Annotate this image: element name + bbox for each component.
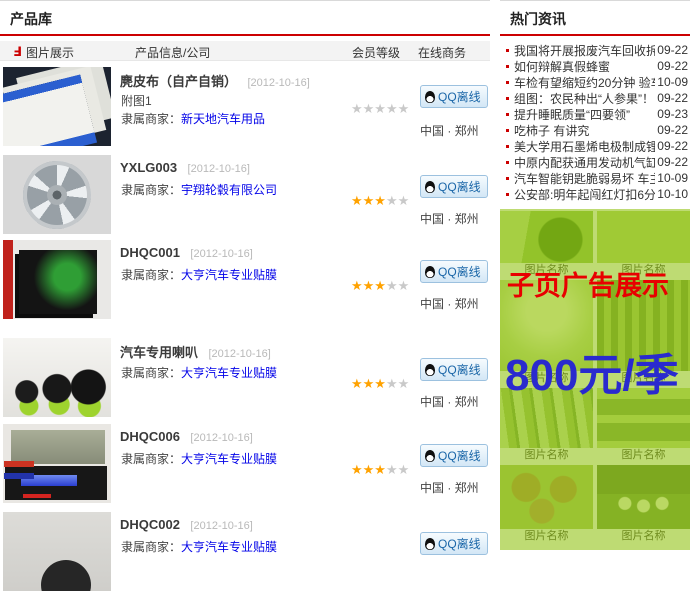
product-date: [2012-10-16] (188, 163, 250, 175)
location-text: 中国 · 郑州 (420, 210, 479, 227)
bullet-icon (506, 113, 509, 116)
qq-penguin-icon (425, 181, 435, 193)
product-photo-suede-cloth[interactable] (3, 67, 111, 146)
qq-button-label: QQ离线 (438, 88, 481, 105)
product-photo-car-film-box[interactable] (3, 240, 111, 319)
product-date: [2012-10-16] (190, 432, 252, 444)
news-item[interactable]: 美大学用石墨烯电极制成锂电09-22 (504, 138, 688, 154)
product-table-header: Ⅎ 图片展示 产品信息/公司 会员等级 在线商务 (0, 41, 490, 61)
qq-offline-button[interactable]: QQ离线 (420, 175, 488, 198)
bullet-icon (506, 193, 509, 196)
column-header-image: 图片展示 (26, 44, 74, 61)
vendor-link[interactable]: 大亨汽车专业贴膜 (181, 268, 277, 282)
news-item[interactable]: 如何辩解真假蜂蜜09-22 (504, 58, 688, 74)
bullet-icon (506, 145, 509, 148)
location-text: 中国 · 郑州 (420, 295, 479, 312)
qq-offline-button[interactable]: QQ离线 (420, 260, 488, 283)
product-row: DHQC001 [2012-10-16] 隶属商家：大亨汽车专业贴膜 ★★★★★… (0, 234, 490, 332)
product-row: 麂皮布（自产自销） [2012-10-16] 附图1 隶属商家：新天地汽车用品 … (0, 61, 490, 149)
bullet-icon (506, 177, 509, 180)
member-level-stars: ★★★★★ (351, 462, 409, 478)
qq-offline-button[interactable]: QQ离线 (420, 85, 488, 108)
column-header-level: 会员等级 (352, 44, 400, 61)
product-date: [2012-10-16] (247, 77, 309, 89)
qq-button-label: QQ离线 (438, 263, 481, 280)
bullet-icon (506, 49, 509, 52)
news-item[interactable]: 提升睡眠质量“四要领”09-23 (504, 106, 688, 122)
news-item[interactable]: 汽车智能钥匙脆弱易坏 车主需10-09 (504, 170, 688, 186)
location-text: 中国 · 郑州 (420, 479, 479, 496)
product-photo-partial[interactable] (3, 512, 111, 591)
vendor-link[interactable]: 大亨汽车专业贴膜 (181, 452, 277, 466)
vendor-label: 隶属商家： (121, 268, 181, 282)
qq-offline-button[interactable]: QQ离线 (420, 358, 488, 381)
qq-button-label: QQ离线 (438, 178, 481, 195)
news-item[interactable]: 车检有望缩短约20分钟 验车将10-09 (504, 74, 688, 90)
vendor-label: 隶属商家： (121, 112, 181, 126)
qq-penguin-icon (425, 91, 435, 103)
news-item[interactable]: 组图：农民种出“人参果”！09-22 (504, 90, 688, 106)
qq-penguin-icon (425, 538, 435, 550)
product-photo-car-stereo[interactable] (3, 424, 111, 503)
product-name[interactable]: DHQC001 (120, 245, 180, 260)
qq-penguin-icon (425, 364, 435, 376)
product-row: 汽车专用喇叭 [2012-10-16] 隶属商家：大亨汽车专业贴膜 ★★★★★ … (0, 332, 490, 418)
qq-button-label: QQ离线 (438, 447, 481, 464)
ad-banner-zone[interactable]: 图片名称 图片名称 图片名称 图片名称 图片名称 图片名称 图片名称 图片名称 … (500, 209, 690, 550)
ad-price-text: 800元/季 (505, 339, 679, 403)
location-text: 中国 · 郑州 (420, 122, 479, 139)
product-library-panel: 产品库 Ⅎ 图片展示 产品信息/公司 会员等级 在线商务 麂皮布（自产自销） [… (0, 0, 490, 546)
product-row: DHQC002 [2012-10-16] 隶属商家：大亨汽车专业贴膜 QQ离线 (0, 506, 490, 586)
member-level-stars: ★★★★★ (351, 376, 409, 392)
vendor-link[interactable]: 新天地汽车用品 (181, 112, 265, 126)
column-header-info: 产品信息/公司 (135, 44, 210, 61)
product-date: [2012-10-16] (208, 348, 270, 360)
product-photo-car-speakers[interactable] (3, 338, 111, 417)
qq-offline-button[interactable]: QQ离线 (420, 532, 488, 555)
vendor-label: 隶属商家： (121, 366, 181, 380)
vendor-label: 隶属商家： (121, 540, 181, 554)
bullet-icon (506, 161, 509, 164)
news-item[interactable]: 吃柿子 有讲究09-22 (504, 122, 688, 138)
bullet-icon (506, 81, 509, 84)
product-date: [2012-10-16] (190, 248, 252, 260)
location-text: 中国 · 郑州 (420, 393, 479, 410)
news-item[interactable]: 我国将开展报废汽车回收拆解09-22 (504, 42, 688, 58)
page-title: 产品库 (0, 0, 490, 36)
news-title: 热门资讯 (500, 0, 690, 36)
product-photo-alloy-wheel[interactable] (3, 155, 111, 234)
red-arrow-icon: Ⅎ (13, 44, 22, 60)
qq-button-label: QQ离线 (438, 535, 481, 552)
product-name[interactable]: DHQC006 (120, 429, 180, 444)
qq-button-label: QQ离线 (438, 361, 481, 378)
qq-offline-button[interactable]: QQ离线 (420, 444, 488, 467)
vendor-label: 隶属商家： (121, 452, 181, 466)
product-name[interactable]: 汽车专用喇叭 (120, 345, 198, 360)
qq-penguin-icon (425, 450, 435, 462)
sidebar: 热门资讯 我国将开展报废汽车回收拆解09-22 如何辩解真假蜂蜜09-22 车检… (500, 0, 690, 546)
bullet-icon (506, 97, 509, 100)
vendor-link[interactable]: 大亨汽车专业贴膜 (181, 540, 277, 554)
product-name[interactable]: 麂皮布（自产自销） (120, 74, 237, 89)
product-date: [2012-10-16] (190, 520, 252, 532)
bullet-icon (506, 65, 509, 68)
member-level-stars: ★★★★★ (351, 193, 409, 209)
product-attachment-label[interactable]: 附图1 (121, 92, 152, 109)
vendor-label: 隶属商家： (121, 183, 181, 197)
qq-penguin-icon (425, 266, 435, 278)
product-name[interactable]: DHQC002 (120, 517, 180, 532)
column-header-business: 在线商务 (418, 44, 466, 61)
vendor-link[interactable]: 大亨汽车专业贴膜 (181, 366, 277, 380)
bullet-icon (506, 129, 509, 132)
news-item[interactable]: 公安部:明年起闯红灯扣6分 挡10-10 (504, 186, 688, 202)
ad-placeholder-title: 子页广告展示 (507, 264, 669, 303)
product-row: DHQC006 [2012-10-16] 隶属商家：大亨汽车专业贴膜 ★★★★★… (0, 418, 490, 506)
member-level-stars: ★★★★★ (351, 101, 409, 117)
member-level-stars: ★★★★★ (351, 278, 409, 294)
vendor-link[interactable]: 宇翔轮毂有限公司 (181, 183, 277, 197)
product-row: YXLG003 [2012-10-16] 隶属商家：宇翔轮毂有限公司 ★★★★★… (0, 149, 490, 234)
product-name[interactable]: YXLG003 (120, 160, 177, 175)
news-item[interactable]: 中原内配获通用发动机气缸套09-22 (504, 154, 688, 170)
news-list: 我国将开展报废汽车回收拆解09-22 如何辩解真假蜂蜜09-22 车检有望缩短约… (500, 36, 690, 202)
